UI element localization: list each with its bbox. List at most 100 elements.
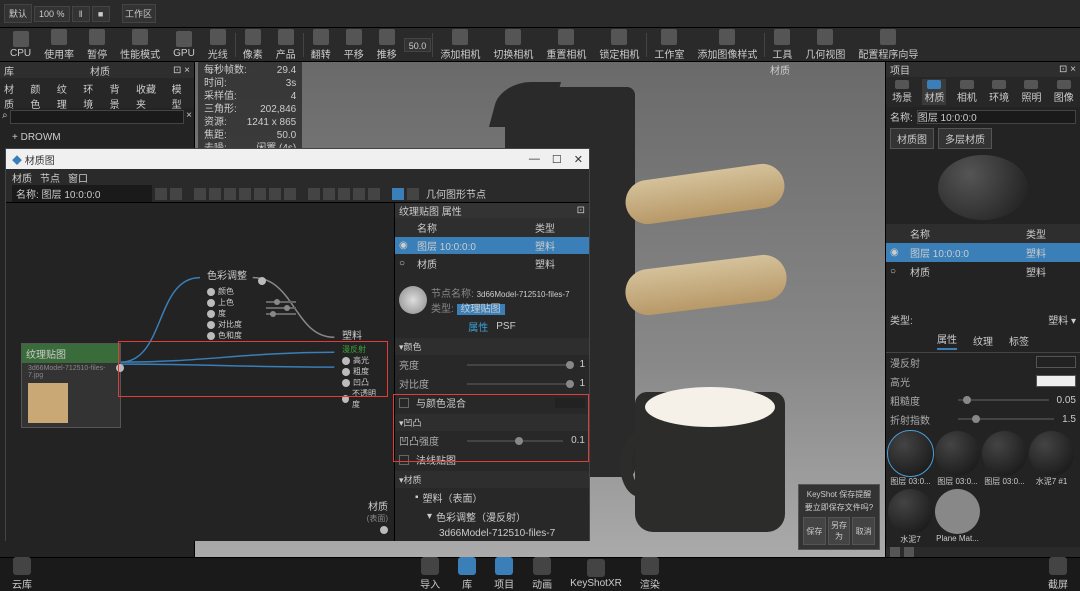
texture-preview-thumb[interactable] <box>399 286 427 314</box>
mat-tree-3[interactable]: 3d66Model-712510-files-7 <box>395 526 589 541</box>
tab-fav[interactable]: 收藏夹 <box>134 80 166 106</box>
usage-tool[interactable]: 使用率 <box>38 28 80 62</box>
addcam-tool[interactable]: 添加相机 <box>434 28 486 62</box>
raytrace-tool[interactable]: 光线 <box>202 28 234 62</box>
props-row-1[interactable]: ◉图层 10:0:0:0塑料 <box>395 237 589 254</box>
lockcam-tool[interactable]: 锁定相机 <box>593 28 645 62</box>
tab-model[interactable]: 模型 <box>170 80 192 106</box>
subtab-textures[interactable]: 纹理 <box>973 333 993 348</box>
cancel-button[interactable]: 取消 <box>852 517 875 545</box>
diffuse-swatch[interactable] <box>1036 356 1076 368</box>
specular-swatch[interactable] <box>1036 375 1076 387</box>
tab-color[interactable]: 颜色 <box>28 80 50 106</box>
addenv-tool[interactable]: 添加图像样式 <box>691 28 763 62</box>
roughness-slider[interactable] <box>958 399 1049 401</box>
tumble-tool[interactable]: 平移 <box>338 28 370 62</box>
material-list-row-1[interactable]: ◉图层 10:0:0:0塑料 <box>886 243 1080 262</box>
screenshot-btn[interactable]: 截屏 <box>1048 557 1068 591</box>
material-section[interactable]: ▾材质 <box>395 471 589 488</box>
workspace-btn[interactable]: 工作区 <box>122 4 156 23</box>
tab-lighting[interactable]: 照明 <box>1019 79 1043 105</box>
contrast-slider[interactable] <box>467 383 571 385</box>
gpu-tool[interactable]: GPU <box>167 30 201 60</box>
pixelbar-tool[interactable]: 像素 <box>237 28 269 62</box>
config-tool[interactable]: 配置程序向导 <box>852 28 924 62</box>
mat-thumb-1[interactable] <box>888 431 933 476</box>
tab-texture[interactable]: 纹理 <box>55 80 77 106</box>
anim-btn[interactable]: 动画 <box>532 557 552 591</box>
pause-tool[interactable]: 暂停 <box>81 28 113 62</box>
tree-drowm[interactable]: + DROWM <box>4 130 190 145</box>
minimize-icon[interactable]: — <box>529 153 540 166</box>
material-graph-btn[interactable]: 材质图 <box>890 128 934 149</box>
attr-tab[interactable]: 属性 <box>468 319 488 334</box>
undo-icon[interactable] <box>170 188 182 200</box>
psf-tab[interactable]: PSF <box>496 321 515 332</box>
mat-thumb-6[interactable] <box>935 489 980 534</box>
saveas-button[interactable]: 另存为 <box>828 517 851 545</box>
tab-env[interactable]: 环境 <box>81 80 103 106</box>
mat-thumb-2[interactable] <box>935 431 980 476</box>
panel-close-icon[interactable]: ⊡ × <box>173 65 190 76</box>
list-icon[interactable] <box>904 547 914 557</box>
default-btn[interactable]: 默认 <box>4 4 32 23</box>
switchcam-tool[interactable]: 切换相机 <box>487 28 539 62</box>
type-dropdown-2[interactable]: 纹理贴图 <box>457 304 505 315</box>
geom-tool[interactable]: 几何视图 <box>799 28 851 62</box>
panel-menu-icon[interactable]: ⊡ <box>577 205 585 216</box>
color-section[interactable]: ▾颜色 <box>395 338 589 355</box>
material-list-row-2[interactable]: ○材质塑料 <box>886 262 1080 281</box>
cpu-tool[interactable]: CPU <box>4 30 37 60</box>
maximize-icon[interactable]: ☐ <box>552 153 562 166</box>
name-field[interactable]: 名称: 图层 10:0:0:0 <box>12 185 152 202</box>
cloud-btn[interactable]: 云库 <box>12 557 32 591</box>
studio-tool[interactable]: 工作室 <box>648 28 690 62</box>
material-name-input[interactable] <box>917 110 1076 124</box>
search-icon[interactable]: ⌕ <box>2 110 8 124</box>
menu-node[interactable]: 节点 <box>40 170 60 185</box>
tab-material[interactable]: 材质 <box>922 79 946 105</box>
menu-window[interactable]: 窗口 <box>68 170 88 185</box>
focal-val[interactable]: 50.0 <box>404 38 432 52</box>
refresh-tool[interactable]: 翻转 <box>305 28 337 62</box>
active-tool-icon[interactable] <box>392 188 404 200</box>
menu-material[interactable]: 材质 <box>12 170 32 185</box>
texture-node[interactable]: 纹理贴图 3d66Model-712510-files-7.jpg <box>21 343 121 428</box>
save-button[interactable]: 保存 <box>803 517 826 545</box>
ksxr-btn[interactable]: KeyShotXR <box>570 559 622 589</box>
library-search[interactable] <box>10 110 185 124</box>
grid-icon[interactable] <box>890 547 900 557</box>
tab-bg[interactable]: 背景 <box>108 80 130 106</box>
node-graph-canvas[interactable]: 纹理贴图 3d66Model-712510-files-7.jpg 色彩调整 颜… <box>6 203 394 541</box>
color-adjust-node[interactable]: 色彩调整 颜色 上色 度 对比度 色和度 <box>201 263 256 345</box>
mat-tree-1[interactable]: ▪ 塑料（表面） <box>395 488 589 507</box>
tools-tool[interactable]: 工具 <box>766 28 798 62</box>
type-dropdown[interactable]: 塑料 ▾ <box>1048 312 1076 327</box>
props-row-2[interactable]: ○材质塑料 <box>395 254 589 273</box>
window-titlebar[interactable]: ◆ 材质图 —☐✕ <box>6 149 589 169</box>
multi-material-btn[interactable]: 多层材质 <box>938 128 992 149</box>
brightness-value[interactable]: 1 <box>579 359 585 370</box>
tab-environment[interactable]: 环境 <box>987 79 1011 105</box>
save-icon[interactable] <box>155 188 167 200</box>
pause-icon[interactable]: ‖ <box>72 6 90 22</box>
subtab-properties[interactable]: 属性 <box>937 331 957 350</box>
perf-tool[interactable]: 性能模式 <box>114 28 166 62</box>
import-btn[interactable]: 导入 <box>420 557 440 591</box>
library-btn[interactable]: 库 <box>458 557 476 591</box>
project-btn[interactable]: 项目 <box>494 557 514 591</box>
product-tool[interactable]: 产品 <box>270 28 302 62</box>
tool-icon[interactable] <box>194 188 206 200</box>
clear-icon[interactable]: × <box>186 110 192 124</box>
mat-tree-2[interactable]: ▾ 色彩调整（漫反射） <box>395 507 589 526</box>
contrast-value[interactable]: 1 <box>579 378 585 389</box>
mat-thumb-3[interactable] <box>982 431 1027 476</box>
tab-material[interactable]: 材质 <box>2 80 24 106</box>
push-tool[interactable]: 推移 <box>371 28 403 62</box>
ior-slider[interactable] <box>958 418 1054 420</box>
mat-thumb-4[interactable] <box>1029 431 1074 476</box>
mat-thumb-5[interactable] <box>888 489 933 534</box>
roughness-value[interactable]: 0.05 <box>1057 395 1076 406</box>
resetcam-tool[interactable]: 重置相机 <box>540 28 592 62</box>
tab-camera[interactable]: 相机 <box>955 79 979 105</box>
